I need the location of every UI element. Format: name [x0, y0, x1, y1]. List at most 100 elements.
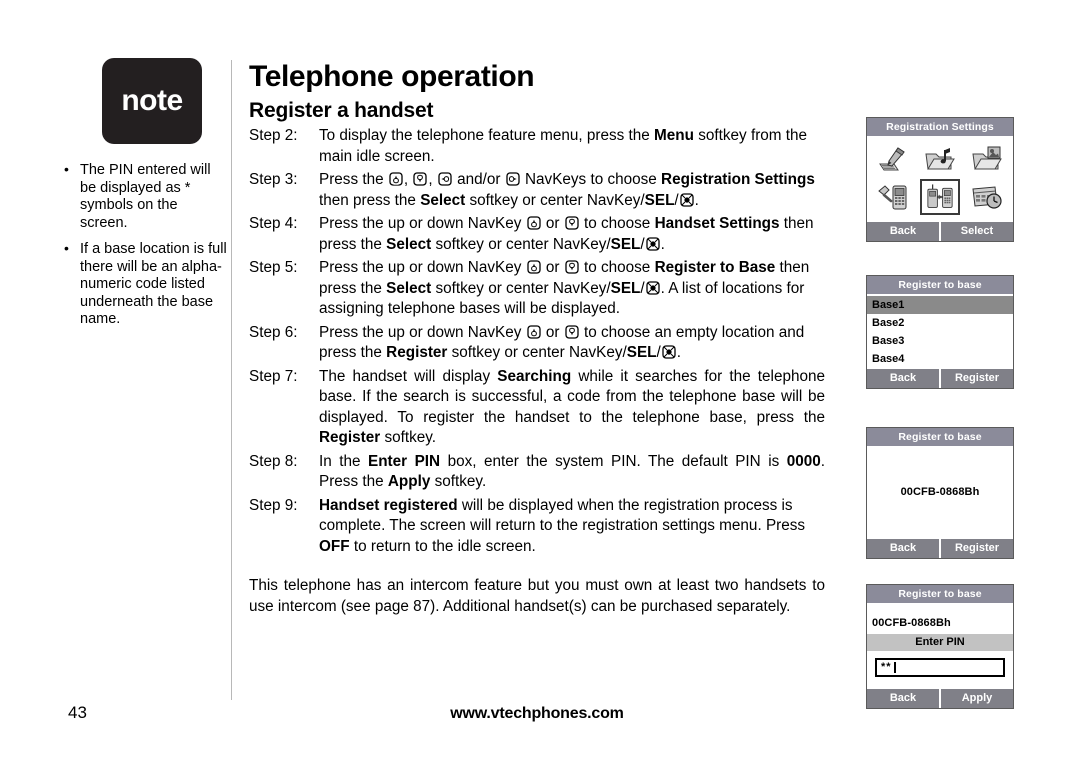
folder-music-icon[interactable]: [920, 141, 960, 177]
step-text-part: or: [541, 259, 564, 276]
step-text-bold: SEL: [610, 279, 641, 297]
step-text-part: The handset will display: [319, 367, 498, 385]
step-text-part: .: [676, 344, 682, 361]
softkey-apply[interactable]: Apply: [939, 689, 1013, 708]
base-code-value: 00CFB-0868Bh: [900, 486, 980, 498]
step-text-bold: Registration Settings: [661, 171, 815, 188]
screen-register-to-base-list: Register to base Base1 Base2 Base3 Base4…: [866, 275, 1014, 389]
list-item-base3[interactable]: Base3: [867, 332, 1013, 350]
step-row: Step 6: Press the up or down NavKey or t…: [249, 323, 825, 364]
step-text-part: softkey or center NavKey/: [431, 235, 611, 253]
step-label: Step 4:: [249, 215, 298, 232]
list-item-base4[interactable]: Base4: [867, 350, 1013, 368]
navkey-select-icon: [680, 192, 694, 207]
step-text: Press the up or down NavKey or to choose…: [319, 214, 825, 255]
screen-body: 00CFB-0868Bh Enter PIN **: [867, 603, 1013, 688]
step-label: Step 2:: [249, 127, 298, 144]
screen-registration-settings: Registration Settings Back Select: [866, 117, 1014, 242]
step-text-bold: Select: [420, 191, 466, 209]
step-text-part: ,: [428, 171, 437, 188]
softkey-back[interactable]: Back: [867, 689, 939, 708]
step-text-part: Press the: [319, 171, 388, 188]
step-label: Step 5:: [249, 259, 298, 276]
step-row: Step 4: Press the up or down NavKey or t…: [249, 214, 825, 255]
softkey-register[interactable]: Register: [939, 539, 1013, 558]
page-number: 43: [68, 703, 87, 722]
step-text-part: box, enter the system PIN. The default P…: [440, 452, 787, 470]
step-text-part: to return to the idle screen.: [349, 537, 536, 555]
step-row: Step 5: Press the up or down NavKey or t…: [249, 258, 825, 320]
step-text-bold: Handset Settings: [654, 215, 780, 232]
navkey-up-icon: [526, 260, 541, 274]
step-text-part: then press the: [319, 191, 421, 209]
screen-softkey-bar: Back Apply: [867, 688, 1013, 708]
column-divider: [231, 60, 232, 700]
handset-settings-icon[interactable]: [873, 179, 913, 215]
list-item-base1[interactable]: Base1: [867, 294, 1013, 314]
step-text: Press the up or down NavKey or to choose…: [319, 258, 825, 320]
step-label: Step 6:: [249, 323, 298, 341]
closing-paragraph: This telephone has an intercom feature b…: [249, 577, 825, 615]
step-row: Step 3: Press the , , and/or NavKeys to …: [249, 170, 825, 211]
step-text-bold: Select: [386, 279, 432, 297]
step-text-bold: Enter PIN: [368, 452, 441, 470]
step-text-part: ,: [403, 171, 413, 188]
step-text-part: NavKeys to choose: [520, 171, 662, 188]
step-label: Step 7:: [249, 367, 298, 385]
screen-title: Register to base: [867, 585, 1013, 603]
screen-title: Register to base: [867, 276, 1013, 294]
softkey-back[interactable]: Back: [867, 369, 939, 388]
step-text-part: Press the up or down NavKey: [319, 259, 526, 276]
step-text-bold: 0000: [786, 452, 821, 470]
step-text-part: softkey or center NavKey/: [447, 344, 627, 361]
step-text: In the Enter PIN box, enter the system P…: [319, 452, 825, 493]
softkey-back[interactable]: Back: [867, 539, 939, 558]
step-text-part: .: [694, 191, 699, 209]
step-row: Step 9: Handset registered will be displ…: [249, 496, 825, 558]
softkey-back[interactable]: Back: [867, 222, 939, 241]
note-bullet-text: The PIN entered will be displayed as * s…: [80, 162, 211, 231]
step-text-part: /: [640, 235, 645, 253]
enter-pin-label: Enter PIN: [867, 634, 1013, 651]
navkey-select-icon: [662, 345, 676, 359]
step-text-part: softkey or center NavKey/: [431, 279, 611, 297]
section-title: Register a handset: [249, 99, 434, 122]
step-text-bold: Menu: [654, 127, 694, 144]
softkey-select[interactable]: Select: [939, 222, 1013, 241]
step-label: Step 9:: [249, 496, 298, 514]
step-text-bold: SEL: [610, 235, 641, 253]
step-text-part: or: [541, 215, 564, 232]
note-bullet-text: If a base location is full there will be…: [80, 241, 227, 327]
screen-title: Registration Settings: [867, 118, 1013, 136]
step-text-part: In the: [319, 452, 368, 470]
step-label: Step 8:: [249, 452, 298, 470]
navkey-down-icon: [565, 260, 579, 274]
pin-input-wrapper: **: [867, 651, 1013, 688]
pin-input[interactable]: **: [875, 658, 1005, 677]
main-content: Telephone operation Register a handset S…: [249, 60, 825, 632]
step-text-bold: Handset registered: [319, 496, 458, 514]
note-badge: note: [102, 58, 202, 144]
step-label: Step 3:: [249, 171, 298, 188]
list-item-base2[interactable]: Base2: [867, 314, 1013, 332]
step-text-part: softkey or center NavKey/: [465, 191, 645, 209]
step-row: Step 2: To display the telephone feature…: [249, 126, 825, 167]
step-text-bold: Register to Base: [654, 259, 776, 276]
registration-settings-icon[interactable]: [919, 179, 960, 215]
folder-photo-icon[interactable]: [967, 141, 1007, 177]
step-row: Step 8: In the Enter PIN box, enter the …: [249, 452, 825, 493]
step-text-bold: Register: [386, 344, 448, 361]
navkey-down-icon: [413, 172, 428, 186]
edit-settings-icon[interactable]: [873, 141, 913, 177]
softkey-register[interactable]: Register: [939, 369, 1013, 388]
step-text-part: /: [640, 279, 645, 297]
step-text: The handset will display Searching while…: [319, 367, 825, 449]
step-text-part: to choose: [579, 259, 655, 276]
step-text-bold: Select: [386, 235, 432, 253]
clock-settings-icon[interactable]: [967, 179, 1007, 215]
step-text-bold: OFF: [319, 537, 350, 555]
navkey-down-icon: [565, 216, 579, 230]
screen-body: Base1 Base2 Base3 Base4: [867, 294, 1013, 368]
navkey-up-icon: [526, 216, 541, 230]
note-bullet-list: • The PIN entered will be displayed as *…: [58, 161, 228, 329]
